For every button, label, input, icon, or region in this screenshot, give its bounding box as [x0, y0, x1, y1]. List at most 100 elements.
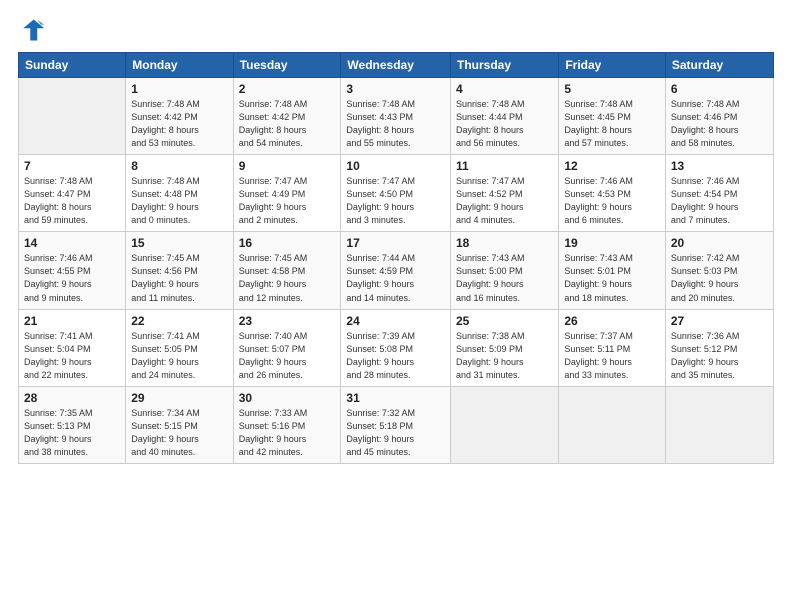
day-info: Sunrise: 7:48 AM Sunset: 4:45 PM Dayligh…	[564, 98, 660, 150]
day-number: 1	[131, 82, 227, 96]
day-number: 13	[671, 159, 768, 173]
calendar-cell	[665, 386, 773, 463]
calendar-table: SundayMondayTuesdayWednesdayThursdayFrid…	[18, 52, 774, 464]
calendar-body: 1 Sunrise: 7:48 AM Sunset: 4:42 PM Daylig…	[19, 78, 774, 464]
calendar-cell: 19 Sunrise: 7:43 AM Sunset: 5:01 PM Dayli…	[559, 232, 666, 309]
logo-icon	[18, 16, 46, 44]
day-number: 24	[346, 314, 445, 328]
day-number: 14	[24, 236, 120, 250]
calendar-cell: 6 Sunrise: 7:48 AM Sunset: 4:46 PM Daylig…	[665, 78, 773, 155]
day-number: 26	[564, 314, 660, 328]
calendar-cell: 3Sunrise: 7:48 AM Sunset: 4:43 PM Daylig…	[341, 78, 451, 155]
week-row-3: 14Sunrise: 7:46 AM Sunset: 4:55 PM Dayli…	[19, 232, 774, 309]
day-info: Sunrise: 7:47 AM Sunset: 4:52 PM Dayligh…	[456, 175, 553, 227]
day-number: 12	[564, 159, 660, 173]
calendar-cell: 27 Sunrise: 7:36 AM Sunset: 5:12 PM Dayli…	[665, 309, 773, 386]
header	[18, 16, 774, 44]
week-row-2: 7Sunrise: 7:48 AM Sunset: 4:47 PM Daylig…	[19, 155, 774, 232]
day-info: Sunrise: 7:48 AM Sunset: 4:42 PM Dayligh…	[131, 98, 227, 150]
day-info: Sunrise: 7:36 AM Sunset: 5:12 PM Dayligh…	[671, 330, 768, 382]
day-number: 21	[24, 314, 120, 328]
week-row-4: 21Sunrise: 7:41 AM Sunset: 5:04 PM Dayli…	[19, 309, 774, 386]
calendar-cell: 5 Sunrise: 7:48 AM Sunset: 4:45 PM Daylig…	[559, 78, 666, 155]
day-info: Sunrise: 7:40 AM Sunset: 5:07 PM Dayligh…	[239, 330, 336, 382]
calendar-cell: 10Sunrise: 7:47 AM Sunset: 4:50 PM Dayli…	[341, 155, 451, 232]
day-number: 29	[131, 391, 227, 405]
day-info: Sunrise: 7:34 AM Sunset: 5:15 PM Dayligh…	[131, 407, 227, 459]
day-info: Sunrise: 7:39 AM Sunset: 5:08 PM Dayligh…	[346, 330, 445, 382]
calendar-cell: 22 Sunrise: 7:41 AM Sunset: 5:05 PM Dayli…	[126, 309, 233, 386]
day-number: 27	[671, 314, 768, 328]
day-info: Sunrise: 7:38 AM Sunset: 5:09 PM Dayligh…	[456, 330, 553, 382]
day-info: Sunrise: 7:42 AM Sunset: 5:03 PM Dayligh…	[671, 252, 768, 304]
day-number: 28	[24, 391, 120, 405]
calendar-cell	[559, 386, 666, 463]
header-day-tuesday: Tuesday	[233, 53, 341, 78]
day-number: 25	[456, 314, 553, 328]
day-number: 15	[131, 236, 227, 250]
day-info: Sunrise: 7:43 AM Sunset: 5:00 PM Dayligh…	[456, 252, 553, 304]
day-info: Sunrise: 7:45 AM Sunset: 4:58 PM Dayligh…	[239, 252, 336, 304]
day-number: 23	[239, 314, 336, 328]
day-number: 22	[131, 314, 227, 328]
calendar-cell: 12 Sunrise: 7:46 AM Sunset: 4:53 PM Dayli…	[559, 155, 666, 232]
day-number: 19	[564, 236, 660, 250]
calendar-cell: 8Sunrise: 7:48 AM Sunset: 4:48 PM Daylig…	[126, 155, 233, 232]
day-info: Sunrise: 7:32 AM Sunset: 5:18 PM Dayligh…	[346, 407, 445, 459]
day-number: 4	[456, 82, 553, 96]
day-number: 3	[346, 82, 445, 96]
day-number: 2	[239, 82, 336, 96]
header-day-wednesday: Wednesday	[341, 53, 451, 78]
calendar-cell: 9Sunrise: 7:47 AM Sunset: 4:49 PM Daylig…	[233, 155, 341, 232]
calendar-cell: 17Sunrise: 7:44 AM Sunset: 4:59 PM Dayli…	[341, 232, 451, 309]
calendar-cell: 31Sunrise: 7:32 AM Sunset: 5:18 PM Dayli…	[341, 386, 451, 463]
calendar-cell: 14Sunrise: 7:46 AM Sunset: 4:55 PM Dayli…	[19, 232, 126, 309]
day-info: Sunrise: 7:43 AM Sunset: 5:01 PM Dayligh…	[564, 252, 660, 304]
calendar-cell: 26 Sunrise: 7:37 AM Sunset: 5:11 PM Dayli…	[559, 309, 666, 386]
day-info: Sunrise: 7:47 AM Sunset: 4:50 PM Dayligh…	[346, 175, 445, 227]
calendar-header: SundayMondayTuesdayWednesdayThursdayFrid…	[19, 53, 774, 78]
calendar-cell: 29 Sunrise: 7:34 AM Sunset: 5:15 PM Dayli…	[126, 386, 233, 463]
day-number: 16	[239, 236, 336, 250]
day-info: Sunrise: 7:35 AM Sunset: 5:13 PM Dayligh…	[24, 407, 120, 459]
calendar-cell: 4 Sunrise: 7:48 AM Sunset: 4:44 PM Daylig…	[451, 78, 559, 155]
day-info: Sunrise: 7:46 AM Sunset: 4:53 PM Dayligh…	[564, 175, 660, 227]
calendar-cell	[451, 386, 559, 463]
page: SundayMondayTuesdayWednesdayThursdayFrid…	[0, 0, 792, 612]
calendar-cell: 20 Sunrise: 7:42 AM Sunset: 5:03 PM Dayli…	[665, 232, 773, 309]
calendar-cell: 24 Sunrise: 7:39 AM Sunset: 5:08 PM Dayli…	[341, 309, 451, 386]
week-row-5: 28 Sunrise: 7:35 AM Sunset: 5:13 PM Dayli…	[19, 386, 774, 463]
week-row-1: 1 Sunrise: 7:48 AM Sunset: 4:42 PM Daylig…	[19, 78, 774, 155]
calendar-cell: 16 Sunrise: 7:45 AM Sunset: 4:58 PM Dayli…	[233, 232, 341, 309]
calendar-cell: 13 Sunrise: 7:46 AM Sunset: 4:54 PM Dayli…	[665, 155, 773, 232]
calendar-cell: 28 Sunrise: 7:35 AM Sunset: 5:13 PM Dayli…	[19, 386, 126, 463]
day-number: 17	[346, 236, 445, 250]
day-number: 5	[564, 82, 660, 96]
day-info: Sunrise: 7:45 AM Sunset: 4:56 PM Dayligh…	[131, 252, 227, 304]
day-info: Sunrise: 7:48 AM Sunset: 4:48 PM Dayligh…	[131, 175, 227, 227]
calendar-cell: 2 Sunrise: 7:48 AM Sunset: 4:42 PM Daylig…	[233, 78, 341, 155]
day-info: Sunrise: 7:33 AM Sunset: 5:16 PM Dayligh…	[239, 407, 336, 459]
day-info: Sunrise: 7:41 AM Sunset: 5:05 PM Dayligh…	[131, 330, 227, 382]
header-day-thursday: Thursday	[451, 53, 559, 78]
header-day-monday: Monday	[126, 53, 233, 78]
day-info: Sunrise: 7:48 AM Sunset: 4:42 PM Dayligh…	[239, 98, 336, 150]
day-info: Sunrise: 7:48 AM Sunset: 4:46 PM Dayligh…	[671, 98, 768, 150]
header-day-sunday: Sunday	[19, 53, 126, 78]
calendar-cell: 21Sunrise: 7:41 AM Sunset: 5:04 PM Dayli…	[19, 309, 126, 386]
calendar-cell: 18Sunrise: 7:43 AM Sunset: 5:00 PM Dayli…	[451, 232, 559, 309]
day-info: Sunrise: 7:48 AM Sunset: 4:44 PM Dayligh…	[456, 98, 553, 150]
day-number: 20	[671, 236, 768, 250]
day-number: 11	[456, 159, 553, 173]
logo	[18, 16, 50, 44]
calendar-cell: 1 Sunrise: 7:48 AM Sunset: 4:42 PM Daylig…	[126, 78, 233, 155]
calendar-cell: 11 Sunrise: 7:47 AM Sunset: 4:52 PM Dayli…	[451, 155, 559, 232]
calendar-cell	[19, 78, 126, 155]
day-info: Sunrise: 7:37 AM Sunset: 5:11 PM Dayligh…	[564, 330, 660, 382]
day-number: 6	[671, 82, 768, 96]
day-info: Sunrise: 7:46 AM Sunset: 4:54 PM Dayligh…	[671, 175, 768, 227]
day-number: 7	[24, 159, 120, 173]
calendar-cell: 25 Sunrise: 7:38 AM Sunset: 5:09 PM Dayli…	[451, 309, 559, 386]
day-number: 30	[239, 391, 336, 405]
header-day-saturday: Saturday	[665, 53, 773, 78]
